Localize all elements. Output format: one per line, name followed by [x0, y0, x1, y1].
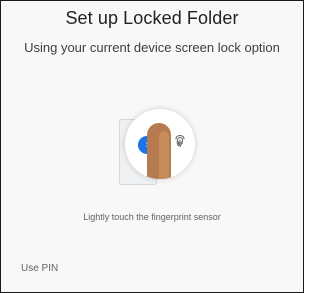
fingerprint-instruction: Lightly touch the fingerprint sensor	[83, 212, 221, 222]
page-title: Set up Locked Folder	[65, 8, 239, 28]
fingerprint-icon	[175, 134, 185, 147]
use-pin-button[interactable]: Use PIN	[21, 263, 58, 274]
locked-folder-setup-screen: Set up Locked Folder Using your current …	[0, 0, 304, 293]
finger-shade	[159, 131, 169, 179]
page-subtitle: Using your current device screen lock op…	[24, 40, 280, 55]
